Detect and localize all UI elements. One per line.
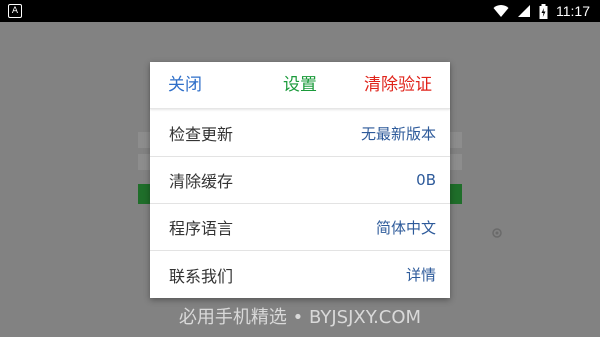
dialog-header: 设置 关闭 清除验证 (150, 62, 450, 109)
row-clear-cache[interactable]: 清除缓存 0B (150, 157, 450, 204)
watermark-text: 必用手机精选 • BYJSJXY.COM (178, 307, 422, 328)
row-label: 联系我们 (169, 266, 234, 286)
row-label: 检查更新 (169, 125, 234, 144)
settings-list: 检查更新 无最新版本 清除缓存 0B 程序语言 简体中文 联系我们 详情 (150, 110, 450, 298)
clear-verification-button[interactable]: 清除验证 (364, 62, 432, 108)
row-label: 清除缓存 (169, 172, 234, 191)
row-value: 详情 (405, 266, 436, 284)
row-check-update[interactable]: 检查更新 无最新版本 (150, 110, 450, 157)
notification-app-icon: A (8, 4, 22, 18)
clock-time: 11:17 (556, 3, 590, 19)
settings-dialog: 设置 关闭 清除验证 检查更新 无最新版本 清除缓存 0B 程序语言 简体中文 … (150, 62, 450, 298)
battery-icon (539, 3, 548, 19)
wifi-icon (493, 5, 509, 18)
app-letter-icon: A (8, 4, 22, 18)
row-value: 无最新版本 (360, 124, 436, 143)
row-language[interactable]: 程序语言 简体中文 (150, 204, 450, 251)
status-bar: A 11:17 (0, 0, 600, 22)
close-button[interactable]: 关闭 (168, 62, 202, 108)
row-value: 简体中文 (375, 218, 436, 237)
signal-icon (518, 5, 530, 17)
row-contact-us[interactable]: 联系我们 详情 (150, 251, 450, 298)
row-label: 程序语言 (169, 219, 234, 238)
gear-icon (492, 228, 502, 238)
row-value: 0B (416, 171, 436, 189)
status-icons: 11:17 (493, 0, 590, 22)
